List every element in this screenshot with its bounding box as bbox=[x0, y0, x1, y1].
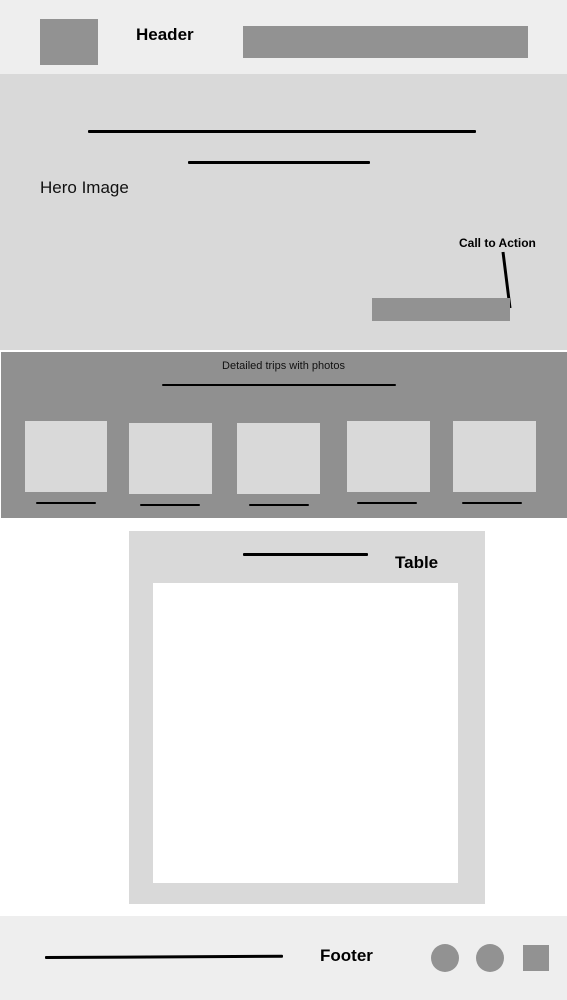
table-content-area[interactable] bbox=[153, 583, 458, 883]
call-to-action-button[interactable] bbox=[372, 298, 510, 321]
trip-caption-line bbox=[140, 504, 200, 506]
trip-photo-card[interactable] bbox=[129, 423, 212, 494]
trips-section-title: Detailed trips with photos bbox=[222, 360, 345, 372]
footer-label: Footer bbox=[320, 946, 373, 965]
table-label: Table bbox=[395, 553, 439, 572]
nav-bar-placeholder[interactable] bbox=[243, 26, 528, 58]
logo-placeholder[interactable] bbox=[40, 19, 98, 65]
social-circle-icon[interactable] bbox=[476, 944, 504, 972]
social-square-icon[interactable] bbox=[523, 945, 549, 971]
trip-photo-card[interactable] bbox=[25, 421, 107, 492]
hero-subheadline-line bbox=[188, 161, 370, 164]
trip-caption-line bbox=[357, 502, 417, 504]
hero-headline-line bbox=[88, 130, 476, 133]
cta-annotation-label: Call to Action bbox=[459, 236, 536, 250]
trip-photo-card[interactable] bbox=[347, 421, 430, 492]
table-heading-line bbox=[243, 553, 368, 556]
trip-photo-card[interactable] bbox=[237, 423, 320, 494]
trip-caption-line bbox=[249, 504, 309, 506]
social-circle-icon[interactable] bbox=[431, 944, 459, 972]
hero-image-label: Hero Image bbox=[40, 178, 129, 197]
trip-caption-line bbox=[36, 502, 96, 504]
trip-photo-card[interactable] bbox=[453, 421, 536, 492]
trips-heading-line bbox=[162, 384, 396, 386]
trip-caption-line bbox=[462, 502, 522, 504]
header-label: Header bbox=[136, 25, 194, 44]
